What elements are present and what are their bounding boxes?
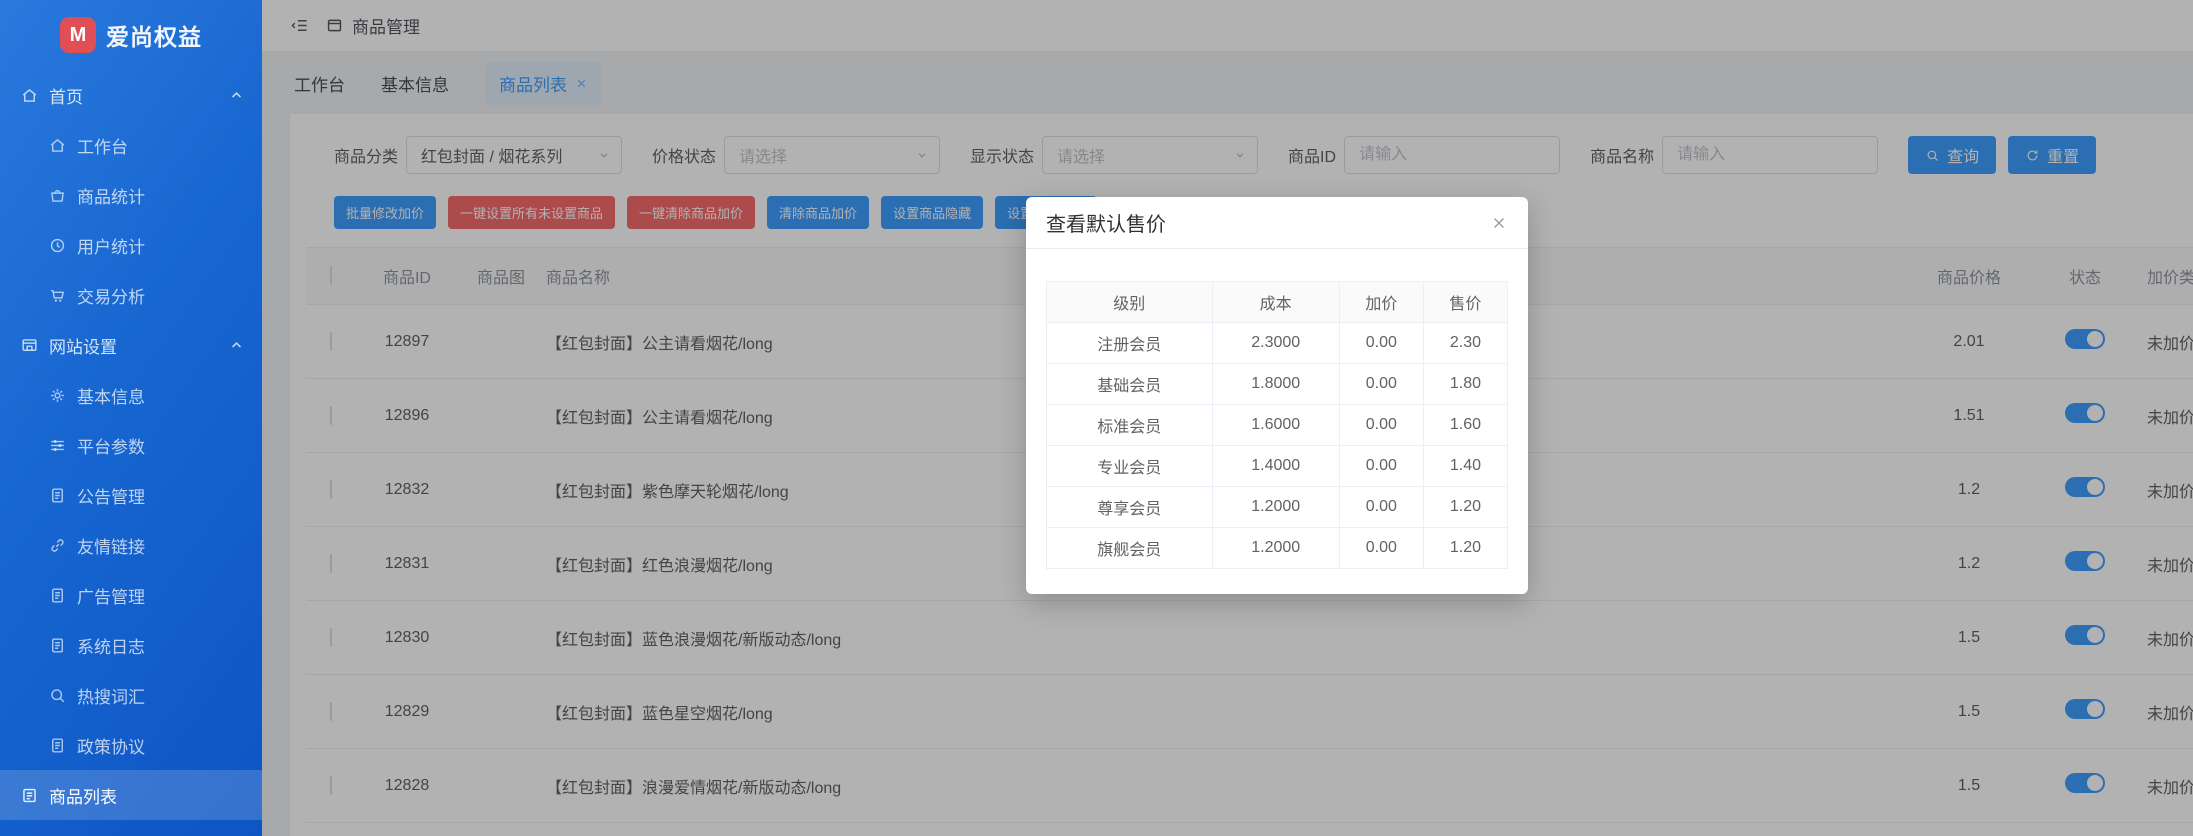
- default-price-table: 级别 成本 加价 售价 注册会员 2.3000 0.00 2.30 基础会员 1…: [1046, 281, 1509, 569]
- app-logo-icon: M: [60, 17, 96, 53]
- close-icon[interactable]: [1490, 214, 1508, 232]
- search-icon: [48, 686, 67, 705]
- col-sale-price: 售价: [1422, 281, 1509, 323]
- sidebar-item-workbench[interactable]: 工作台: [0, 120, 262, 170]
- app-logo-text: 爱尚权益: [106, 24, 202, 50]
- price-row: 专业会员 1.4000 0.00 1.40: [1046, 445, 1509, 487]
- sidebar-item-friend-links[interactable]: 友情链接: [0, 520, 262, 570]
- modal-title: 查看默认售价: [1046, 214, 1166, 236]
- chevron-up-icon: [227, 336, 246, 355]
- price-row: 标准会员 1.6000 0.00 1.60: [1046, 404, 1509, 446]
- price-row: 基础会员 1.8000 0.00 1.80: [1046, 363, 1509, 405]
- col-cost: 成本: [1211, 281, 1340, 323]
- sidebar-item-system-logs[interactable]: 系统日志: [0, 620, 262, 670]
- modal-body: 级别 成本 加价 售价 注册会员 2.3000 0.00 2.30 基础会员 1…: [1026, 249, 1528, 594]
- shop-icon: [48, 186, 67, 205]
- sidebar-item-trade-analysis[interactable]: 交易分析: [0, 270, 262, 320]
- doc-icon: [48, 586, 67, 605]
- doc-icon: [48, 736, 67, 755]
- default-price-modal: 查看默认售价 级别 成本 加价 售价 注册会员 2.3000 0.00 2.30…: [1026, 197, 1528, 594]
- cart-icon: [48, 286, 67, 305]
- site-icon: [20, 336, 39, 355]
- link-icon: [48, 536, 67, 555]
- chevron-up-icon: [227, 86, 246, 105]
- sidebar-item-site-settings[interactable]: 网站设置: [0, 320, 262, 370]
- sidebar-item-product-category[interactable]: 商品分类: [0, 820, 262, 836]
- sidebar-item-ads[interactable]: 广告管理: [0, 570, 262, 620]
- home-icon: [20, 86, 39, 105]
- sidebar-item-home[interactable]: 首页: [0, 70, 262, 120]
- app-logo: M 爱尚权益: [0, 0, 262, 70]
- sliders-icon: [48, 436, 67, 455]
- col-markup: 加价: [1338, 281, 1424, 323]
- sidebar-item-announcements[interactable]: 公告管理: [0, 470, 262, 520]
- sidebar-item-hot-keywords[interactable]: 热搜词汇: [0, 670, 262, 720]
- sidebar-item-product-list[interactable]: 商品列表: [0, 770, 262, 820]
- list-icon: [20, 786, 39, 805]
- col-level: 级别: [1046, 281, 1213, 323]
- sidebar-menu: 首页 工作台 商品统计 用户统计 交易分析 网站设置 基本信息 平台参数 公告管…: [0, 70, 262, 836]
- modal-header: 查看默认售价: [1026, 197, 1528, 249]
- price-row: 注册会员 2.3000 0.00 2.30: [1046, 322, 1509, 364]
- clock-icon: [48, 236, 67, 255]
- sidebar-item-product-stats[interactable]: 商品统计: [0, 170, 262, 220]
- doc-icon: [48, 486, 67, 505]
- gear-icon: [48, 386, 67, 405]
- sidebar: M 爱尚权益 首页 工作台 商品统计 用户统计 交易分析 网站设置 基本信息 平…: [0, 0, 262, 836]
- sidebar-item-user-stats[interactable]: 用户统计: [0, 220, 262, 270]
- sidebar-item-basic-info[interactable]: 基本信息: [0, 370, 262, 420]
- home-icon: [48, 136, 67, 155]
- price-row: 旗舰会员 1.2000 0.00 1.20: [1046, 527, 1509, 569]
- sidebar-item-policy[interactable]: 政策协议: [0, 720, 262, 770]
- price-row: 尊享会员 1.2000 0.00 1.20: [1046, 486, 1509, 528]
- sidebar-item-platform-params[interactable]: 平台参数: [0, 420, 262, 470]
- price-table-header-row: 级别 成本 加价 售价: [1046, 281, 1509, 323]
- main-content: 商品管理 工作台 基本信息 商品列表 商品分类 红包封面 / 烟花系列 价格状态: [262, 0, 2193, 836]
- doc-icon: [48, 636, 67, 655]
- app-window: M 爱尚权益 首页 工作台 商品统计 用户统计 交易分析 网站设置 基本信息 平…: [0, 0, 2193, 836]
